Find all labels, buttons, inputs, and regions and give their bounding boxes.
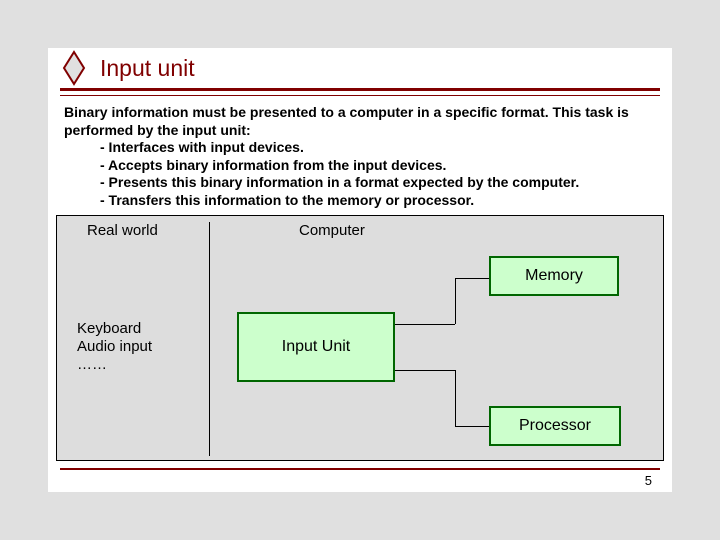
diagram: Real world Computer Keyboard Audio input… — [56, 215, 664, 461]
bottom-rule — [60, 468, 660, 470]
body-text: Binary information must be presented to … — [48, 96, 672, 209]
page-title: Input unit — [100, 55, 195, 82]
box-input-unit-label: Input Unit — [282, 338, 350, 356]
connector-line — [455, 426, 489, 427]
box-memory: Memory — [489, 256, 619, 296]
diamond-icon — [62, 50, 86, 86]
bullet-item: - Transfers this information to the memo… — [100, 192, 656, 210]
connector-line — [395, 370, 455, 371]
intro-text: Binary information must be presented to … — [64, 104, 656, 139]
slide: Input unit Binary information must be pr… — [48, 48, 672, 492]
connector-line — [395, 324, 455, 325]
label-computer: Computer — [299, 222, 365, 239]
connector-line — [455, 278, 489, 279]
title-rule — [60, 88, 660, 91]
connector-line — [455, 278, 456, 324]
box-processor: Processor — [489, 406, 621, 446]
bullet-item: - Accepts binary information from the in… — [100, 157, 656, 175]
box-memory-label: Memory — [525, 267, 583, 285]
bullet-item: - Presents this binary information in a … — [100, 174, 656, 192]
page-number: 5 — [645, 473, 652, 488]
box-input-unit: Input Unit — [237, 312, 395, 382]
bullet-item: - Interfaces with input devices. — [100, 139, 656, 157]
vertical-divider — [209, 222, 210, 456]
title-row: Input unit — [48, 48, 672, 88]
realworld-items: Keyboard Audio input …… — [77, 320, 152, 374]
connector-line — [455, 370, 456, 426]
label-real-world: Real world — [87, 222, 158, 239]
box-processor-label: Processor — [519, 417, 591, 435]
bullet-list: - Interfaces with input devices. - Accep… — [100, 139, 656, 209]
